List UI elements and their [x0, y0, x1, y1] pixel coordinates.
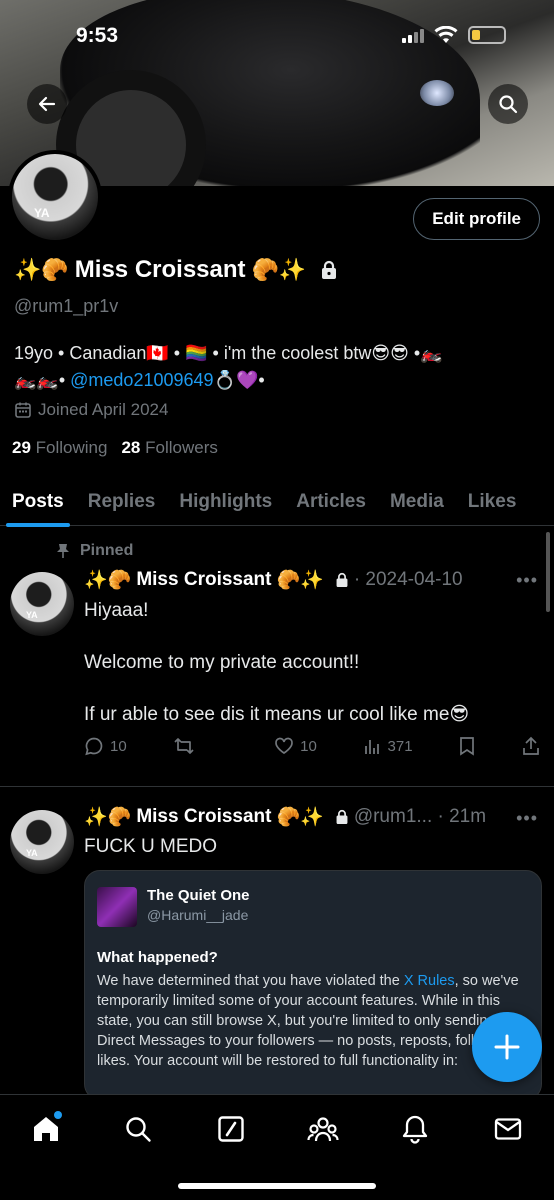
bio-line-1: 19yo • Canadian🇨🇦 • 🏳️‍🌈 • i'm the coole…: [14, 343, 443, 363]
bio-mention-link[interactable]: @medo21009649: [70, 370, 213, 390]
quoted-avatar: [97, 887, 137, 927]
post-date: · 2024-04-10: [353, 569, 463, 590]
post-header: ✨🥐 Miss Croissant 🥐✨ @rum1... · 21m: [84, 806, 487, 828]
nav-communities[interactable]: [303, 1109, 343, 1149]
nav-messages[interactable]: [488, 1109, 528, 1149]
post-avatar[interactable]: YA: [10, 572, 74, 636]
status-icons: [402, 26, 506, 44]
calendar-icon: [15, 402, 31, 418]
nav-grok[interactable]: [211, 1109, 251, 1149]
pinned-indicator: Pinned: [56, 542, 133, 560]
heart-icon: [275, 737, 293, 755]
share-button[interactable]: [522, 736, 540, 756]
tab-posts[interactable]: Posts: [0, 478, 76, 527]
views-button[interactable]: 371: [364, 737, 413, 755]
tab-media[interactable]: Media: [378, 478, 456, 526]
profile-avatar[interactable]: YA: [8, 150, 102, 244]
mail-icon: [494, 1118, 521, 1140]
reply-icon: [85, 737, 103, 756]
battery-icon: [468, 26, 506, 44]
signal-icon: [402, 27, 424, 43]
avatar-shirt-text: YA: [34, 206, 50, 220]
followers-link[interactable]: 28 Followers: [121, 438, 217, 458]
post-text: Hiyaaa! Welcome to my private account!! …: [84, 600, 470, 725]
pin-icon: [57, 544, 69, 558]
scrollbar[interactable]: [546, 532, 550, 612]
profile-tabs: Posts Replies Highlights Articles Media …: [0, 478, 554, 527]
profile-handle: @rum1_pr1v: [14, 296, 119, 316]
repost-icon: [174, 738, 195, 754]
bookmark-icon: [460, 737, 475, 756]
edit-profile-button[interactable]: Edit profile: [413, 198, 540, 240]
post-meta: @rum1... · 21m: [353, 806, 487, 827]
repost-button[interactable]: [173, 736, 227, 756]
search-button[interactable]: [488, 84, 528, 124]
post-divider: [0, 786, 554, 787]
search-icon: [126, 1117, 152, 1142]
lock-icon: [322, 260, 337, 279]
quoted-body: We have determined that you have violate…: [97, 973, 521, 1069]
x-rules-link[interactable]: X Rules: [404, 973, 455, 989]
back-button[interactable]: [27, 84, 67, 124]
profile-name-row: ✨🥐 Miss Croissant 🥐✨: [14, 256, 338, 284]
lock-icon: [336, 810, 348, 824]
motorcycle-headlight: [420, 80, 454, 106]
following-link[interactable]: 29 Following: [12, 438, 107, 458]
lock-icon: [336, 573, 348, 587]
views-icon: [364, 740, 379, 754]
nav-search[interactable]: [118, 1109, 158, 1149]
back-arrow-icon: [38, 96, 56, 112]
joined-date: Joined April 2024: [14, 400, 168, 420]
quoted-post-card[interactable]: The Quiet One @Harumi__jade What happene…: [84, 870, 542, 1100]
post-avatar[interactable]: YA: [10, 810, 74, 874]
post-text: FUCK U MEDO: [84, 836, 217, 857]
share-icon: [523, 736, 539, 755]
nav-notifications[interactable]: [395, 1109, 435, 1149]
tab-replies[interactable]: Replies: [76, 478, 168, 526]
compose-post-button[interactable]: [472, 1012, 542, 1082]
sparkle-croissant-emoji: ✨🥐: [14, 257, 69, 282]
wifi-icon: [434, 26, 458, 43]
follow-stats: 29 Following 28 Followers: [12, 438, 218, 458]
croissant-sparkle-emoji: 🥐✨: [251, 257, 307, 282]
profile-bio: 19yo • Canadian🇨🇦 • 🏳️‍🌈 • i'm the coole…: [14, 340, 544, 394]
communities-icon: [307, 1117, 339, 1142]
post-header: ✨🥐 Miss Croissant 🥐✨ · 2024-04-10: [84, 569, 463, 591]
bell-icon: [403, 1115, 428, 1144]
post-actions: 10 10 371: [84, 736, 540, 756]
grok-icon: [218, 1116, 244, 1142]
nav-home[interactable]: [26, 1109, 66, 1149]
quoted-title: What happened?: [97, 949, 218, 966]
quoted-name: The Quiet One: [147, 887, 250, 904]
tab-highlights[interactable]: Highlights: [167, 478, 284, 526]
home-indicator[interactable]: [178, 1183, 376, 1189]
post-author-name[interactable]: Miss Croissant: [136, 806, 271, 828]
tab-articles[interactable]: Articles: [284, 478, 378, 526]
plus-icon: [494, 1034, 520, 1060]
status-time: 9:53: [76, 24, 119, 47]
bio-line-2: 🏍️🏍️• @medo21009649💍💜•: [14, 367, 544, 394]
reply-button[interactable]: 10: [84, 736, 127, 756]
display-name: Miss Croissant: [74, 256, 246, 283]
bookmark-button[interactable]: [459, 736, 475, 756]
tab-likes[interactable]: Likes: [456, 478, 521, 526]
like-button[interactable]: 10: [274, 736, 317, 756]
joined-text: Joined April 2024: [38, 400, 169, 419]
more-options-icon[interactable]: •••: [516, 570, 538, 591]
more-options-icon[interactable]: •••: [516, 808, 538, 829]
pinned-label: Pinned: [80, 542, 134, 559]
search-icon: [499, 95, 518, 114]
quoted-handle: @Harumi__jade: [147, 907, 249, 923]
bio-line-2-prefix: 🏍️🏍️•: [14, 370, 71, 390]
bio-line-2-suffix: 💍💜•: [213, 370, 265, 390]
post-author-name[interactable]: Miss Croissant: [136, 569, 271, 591]
